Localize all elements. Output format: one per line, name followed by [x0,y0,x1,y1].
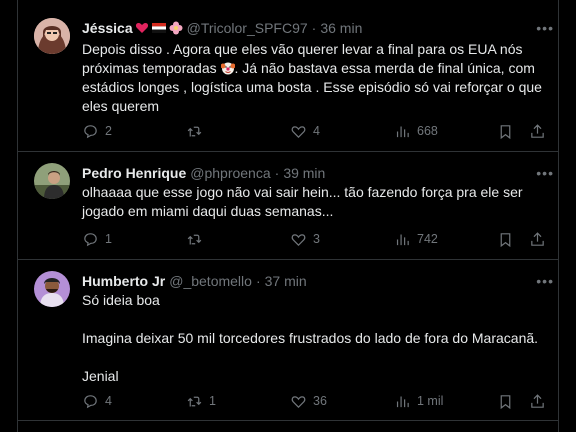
reply-count: 4 [105,394,112,408]
like-button[interactable]: 3 [290,229,320,249]
bookmark-icon [500,394,511,409]
display-name[interactable]: Humberto Jr [82,273,165,289]
tweet-line: jogado em miami daqui duas semanas... [82,203,334,219]
display-name[interactable]: Pedro Henrique [82,165,186,181]
like-button[interactable]: 36 [290,391,327,411]
tweet-line: eles querem [82,98,160,114]
bookmark-icon [500,232,511,247]
separator-dot: · [255,273,261,289]
views-icon [396,234,409,245]
retweet-button[interactable] [186,229,209,249]
bookmark-button[interactable] [497,391,514,411]
tweet-actions: 4 1 36 1 mil [82,391,552,411]
timeline: Jéssica @Tricolor_SPFC97 · 36 min ••• De… [17,0,559,432]
like-icon [291,395,306,408]
tweet[interactable]: Pedro Henrique @phproenca · 39 min ••• o… [18,152,558,260]
bookmark-button[interactable] [497,121,514,141]
views-button[interactable]: 742 [394,229,438,249]
views-icon [396,396,409,407]
tweet-line: Jenial [82,368,119,384]
clown-emoji-icon [220,62,235,75]
tweet-line: estádios longes , logística uma bosta . … [82,79,542,95]
avatar-image [34,163,70,199]
avatar-image [34,271,70,307]
reply-icon [84,124,97,138]
more-icon[interactable]: ••• [536,273,554,289]
like-count: 36 [313,394,327,408]
tweet-line: próximas temporadas . Já não bastava ess… [82,59,548,78]
heart-emoji-icon [135,23,148,33]
retweet-count: 1 [209,394,216,408]
like-count: 4 [313,124,320,138]
tweet-line: Só ideia boa [82,292,160,308]
share-icon [531,231,544,246]
tweet-line: Imagina deixar 50 mil torcedores frustra… [82,330,539,346]
like-count: 3 [313,232,320,246]
reply-button[interactable]: 4 [82,391,112,411]
retweet-icon [187,396,202,406]
tweet-line: olhaaaa que esse jogo não vai sair hein.… [82,184,523,200]
like-icon [291,233,306,246]
flower-emoji-icon [169,21,183,35]
avatar[interactable] [34,163,70,199]
tweet[interactable]: Jéssica @Tricolor_SPFC97 · 36 min ••• De… [18,0,558,152]
retweet-icon [187,126,202,136]
share-icon [531,393,544,408]
tweet-text: olhaaaa que esse jogo não vai sair hein.… [82,183,548,221]
timestamp[interactable]: 36 min [320,20,362,36]
retweet-button[interactable] [186,121,209,141]
avatar-image [34,18,70,54]
views-count: 668 [417,124,438,138]
tweet-actions: 2 4 668 [82,121,552,141]
tweet-actions: 1 3 742 [82,229,552,249]
bookmark-button[interactable] [497,229,514,249]
avatar[interactable] [34,271,70,307]
timestamp[interactable]: 39 min [283,165,325,181]
views-button[interactable]: 1 mil [394,391,443,411]
tweet-header: Humberto Jr @_betomello · 37 min [82,271,544,291]
share-button[interactable] [529,391,546,411]
reply-count: 1 [105,232,112,246]
flag-emoji-icon [151,23,166,33]
tweet-line-part: próximas temporadas [82,60,217,76]
views-button[interactable]: 668 [394,121,438,141]
reply-button[interactable]: 2 [82,121,112,141]
tweet-header: Jéssica @Tricolor_SPFC97 · 36 min [82,18,544,38]
more-icon[interactable]: ••• [536,165,554,181]
share-button[interactable] [529,121,546,141]
tweet[interactable]: Humberto Jr @_betomello · 37 min ••• Só … [18,260,558,421]
views-count: 1 mil [417,394,444,408]
more-icon[interactable]: ••• [536,20,554,36]
display-name[interactable]: Jéssica [82,20,133,36]
user-handle[interactable]: @Tricolor_SPFC97 [187,20,308,36]
reply-count: 2 [105,124,112,138]
separator-dot: · [274,165,280,181]
reply-button[interactable]: 1 [82,229,112,249]
retweet-button[interactable]: 1 [186,391,216,411]
tweet-line-part: . Já não bastava essa merda de final úni… [234,60,535,76]
reply-icon [84,232,97,246]
user-handle[interactable]: @phproenca [190,165,270,181]
separator-dot: · [311,20,317,36]
user-handle[interactable]: @_betomello [169,273,252,289]
reply-icon [84,394,97,408]
timestamp[interactable]: 37 min [265,273,307,289]
tweet-text: Depois disso . Agora que eles vão querer… [82,40,548,116]
views-icon [396,126,409,137]
avatar[interactable] [34,18,70,54]
tweet-line: Depois disso . Agora que eles vão querer… [82,41,523,57]
bookmark-icon [500,124,511,139]
like-button[interactable]: 4 [290,121,320,141]
share-icon [531,123,544,138]
retweet-icon [187,234,202,244]
share-button[interactable] [529,229,546,249]
views-count: 742 [417,232,438,246]
tweet-header: Pedro Henrique @phproenca · 39 min [82,163,544,183]
tweet-text: Só ideia boa Imagina deixar 50 mil torce… [82,291,548,386]
like-icon [291,125,306,138]
